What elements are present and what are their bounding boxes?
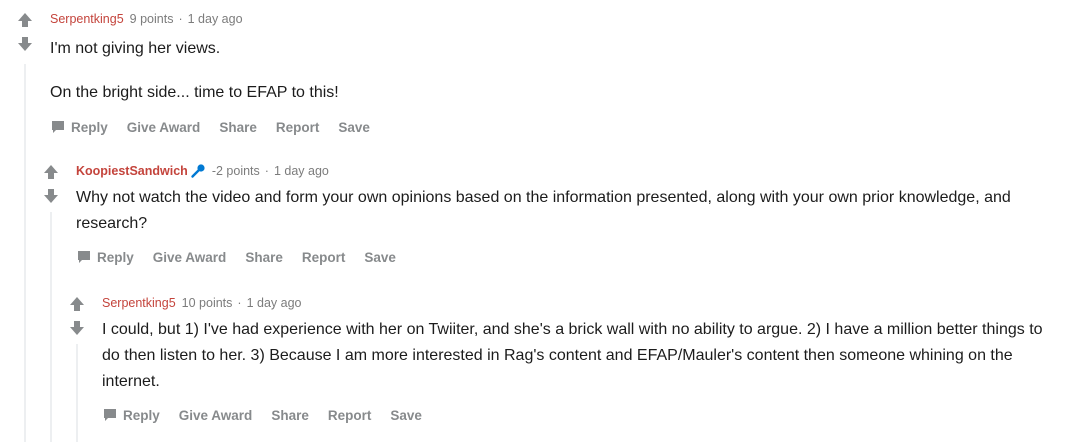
downvote-arrow-icon [44,189,58,203]
report-button[interactable]: Report [302,250,346,265]
comment-author[interactable]: Serpentking5 [50,11,124,27]
upvote-button[interactable] [13,8,37,32]
comment-actions: Reply Give Award Share Report Save [76,247,1061,267]
reply-button[interactable]: Reply [50,119,108,135]
comment-points: 10 points [181,296,233,310]
reply-label: Reply [123,407,160,423]
comment-body: I'm not giving her views. On the bright … [50,36,1060,106]
save-button[interactable]: Save [364,250,396,265]
meta-separator: · [264,164,269,178]
reply-label: Reply [71,119,108,135]
comment-actions: Reply Give Award Share Report Save [102,405,1060,425]
downvote-arrow-icon [18,37,32,51]
downvote-button[interactable] [39,184,63,208]
comment-body: Why not watch the video and form your ow… [76,185,1061,237]
report-button[interactable]: Report [276,120,320,135]
downvote-button[interactable] [13,32,37,56]
comment-bubble-icon [78,251,90,263]
comment-bubble-icon [52,121,64,133]
comment-author[interactable]: Serpentking5 [102,295,176,311]
meta-separator: · [237,296,242,310]
give-award-button[interactable]: Give Award [179,408,253,423]
comment-meta: Serpentking5 10 points · 1 day ago [102,295,1060,311]
upvote-button[interactable] [65,292,89,316]
comment-author[interactable]: KoopiestSandwich [76,163,188,179]
comment-paragraph: Why not watch the video and form your ow… [76,189,1011,232]
comment-body: I could, but 1) I've had experience with… [102,317,1060,395]
upvote-arrow-icon [44,165,58,179]
comment-meta: Serpentking5 9 points · 1 day ago [50,11,1060,27]
meta-separator: · [178,12,183,26]
upvote-arrow-icon [18,13,32,27]
comment-points: 9 points [129,12,174,26]
upvote-arrow-icon [70,297,84,311]
give-award-button[interactable]: Give Award [153,250,227,265]
share-button[interactable]: Share [271,408,309,423]
comment-points: -2 points [211,164,260,178]
downvote-arrow-icon [70,321,84,335]
reply-label: Reply [97,249,134,265]
save-button[interactable]: Save [338,120,370,135]
comment-paragraph: I could, but 1) I've had experience with… [102,321,1043,390]
comment-time[interactable]: 1 day ago [274,163,329,179]
upvote-button[interactable] [39,160,63,184]
thread-line[interactable] [50,212,52,442]
save-button[interactable]: Save [390,408,422,423]
thread-line[interactable] [76,344,78,442]
microphone-icon [191,164,205,178]
vote-column [65,292,89,340]
reply-button[interactable]: Reply [102,407,160,423]
comment-time[interactable]: 1 day ago [247,295,302,311]
comment-time[interactable]: 1 day ago [188,11,243,27]
comment-paragraph: I'm not giving her views. [50,40,221,57]
downvote-button[interactable] [65,316,89,340]
reply-button[interactable]: Reply [76,249,134,265]
comment: Serpentking5 10 points · 1 day ago I cou… [102,295,1060,425]
comment-bubble-icon [104,409,116,421]
vote-column [39,160,63,208]
comment-meta: KoopiestSandwich -2 points · 1 day ago [76,163,1061,179]
share-button[interactable]: Share [245,250,283,265]
comment-actions: Reply Give Award Share Report Save [50,117,1060,137]
vote-column [13,8,37,56]
report-button[interactable]: Report [328,408,372,423]
thread-line[interactable] [24,64,26,442]
comment: KoopiestSandwich -2 points · 1 day ago W… [76,163,1061,267]
comment: Serpentking5 9 points · 1 day ago I'm no… [50,11,1060,137]
give-award-button[interactable]: Give Award [127,120,201,135]
comment-paragraph: On the bright side... time to EFAP to th… [50,84,339,101]
share-button[interactable]: Share [219,120,257,135]
